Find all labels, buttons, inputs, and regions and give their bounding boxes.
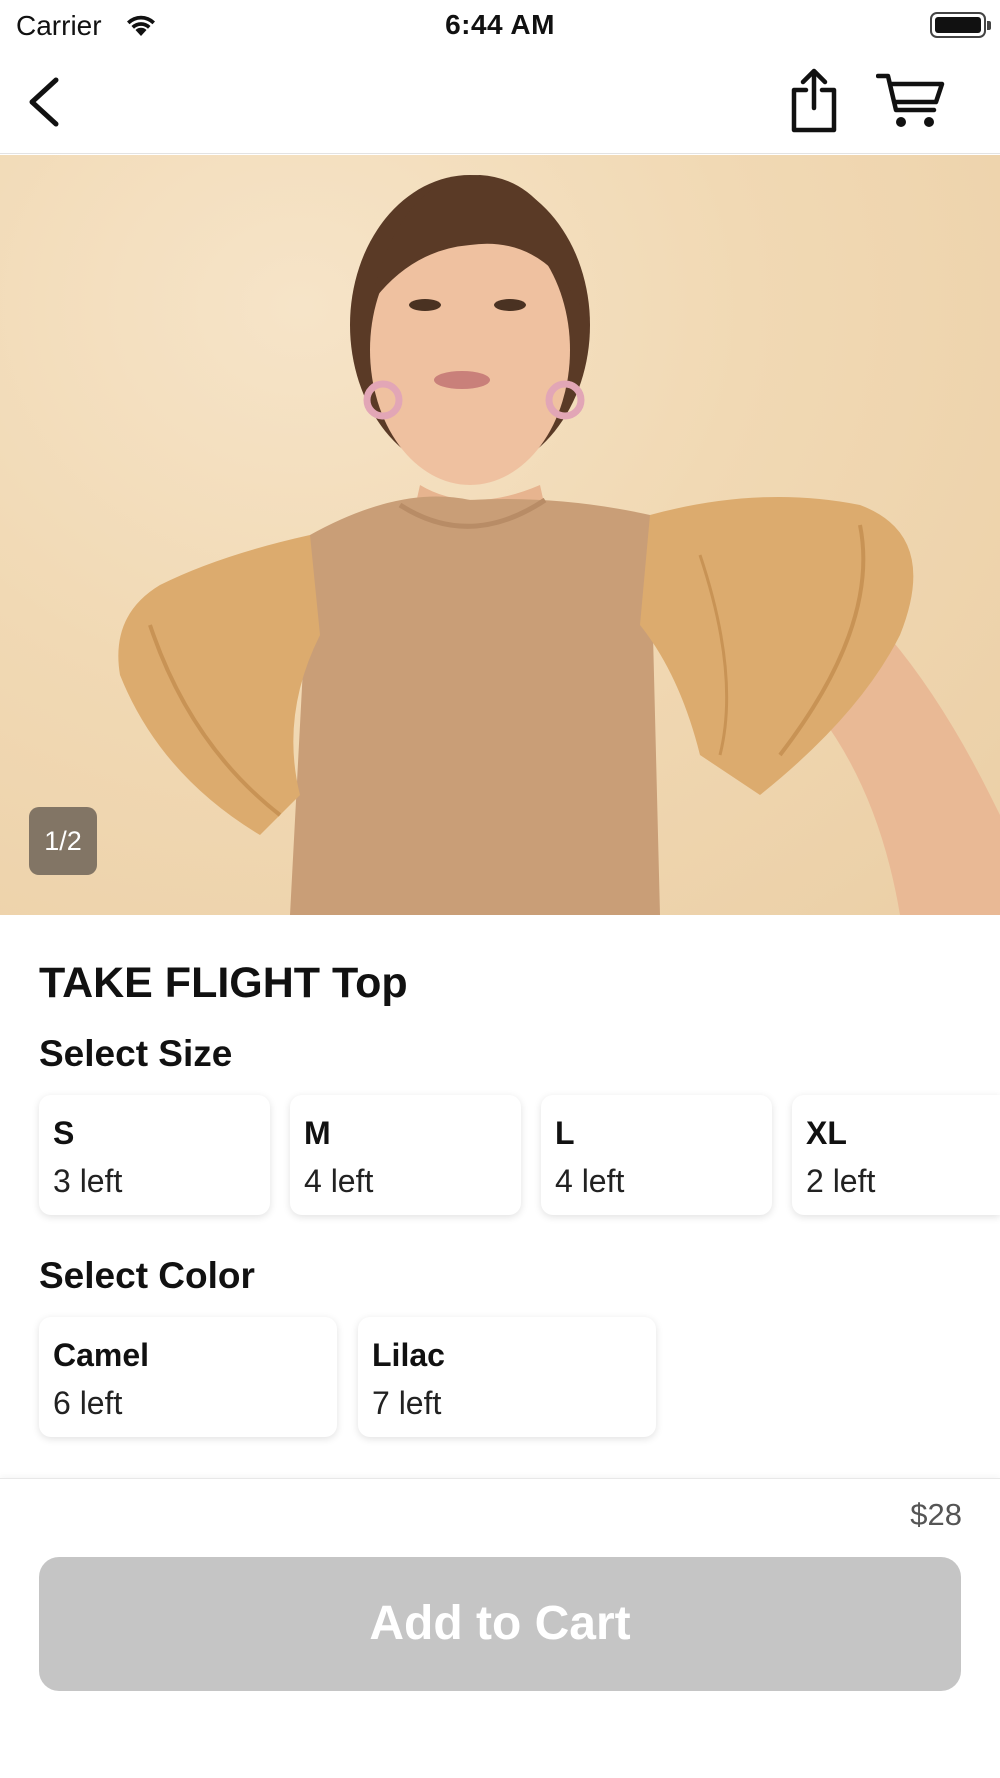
size-option-m[interactable]: M 4 left bbox=[290, 1095, 521, 1215]
size-option-stock: 4 left bbox=[555, 1163, 625, 1199]
size-option-stock: 3 left bbox=[53, 1163, 123, 1199]
gallery-page-indicator: 1/2 bbox=[29, 807, 97, 875]
navigation-bar bbox=[0, 50, 1000, 154]
size-option-stock: 4 left bbox=[304, 1163, 374, 1199]
share-icon bbox=[791, 68, 837, 133]
color-option-lilac[interactable]: Lilac 7 left bbox=[358, 1317, 656, 1437]
product-details-sheet: TAKE FLIGHT Top Select Size S 3 left M 4… bbox=[0, 915, 1000, 1478]
color-option-name: Camel bbox=[53, 1337, 150, 1373]
add-to-cart-button[interactable]: Add to Cart bbox=[39, 1557, 961, 1691]
size-option-s[interactable]: S 3 left bbox=[39, 1095, 270, 1215]
color-section-label: Select Color bbox=[39, 1255, 255, 1296]
purchase-bar: $28 Add to Cart bbox=[0, 1478, 1000, 1778]
share-button[interactable] bbox=[786, 66, 842, 134]
size-option-name: M bbox=[304, 1115, 331, 1151]
clock: 6:44 AM bbox=[445, 9, 555, 40]
product-title: TAKE FLIGHT Top bbox=[39, 959, 408, 1007]
color-option-camel[interactable]: Camel 6 left bbox=[39, 1317, 337, 1437]
size-option-xl[interactable]: XL 2 left bbox=[792, 1095, 1000, 1215]
size-option-name: S bbox=[53, 1115, 75, 1151]
product-price: $28 bbox=[910, 1497, 962, 1532]
size-option-name: L bbox=[555, 1115, 575, 1151]
color-option-stock: 7 left bbox=[372, 1385, 442, 1421]
cart-button[interactable] bbox=[875, 70, 946, 132]
product-image[interactable] bbox=[0, 155, 1000, 915]
size-option-name: XL bbox=[806, 1115, 847, 1151]
color-option-stock: 6 left bbox=[53, 1385, 123, 1421]
cart-icon bbox=[875, 73, 945, 127]
back-button[interactable] bbox=[24, 72, 74, 132]
battery-icon bbox=[930, 12, 991, 38]
size-option-l[interactable]: L 4 left bbox=[541, 1095, 772, 1215]
status-bar: Carrier 6:44 AM bbox=[0, 0, 1000, 50]
chevron-left-icon bbox=[29, 77, 59, 127]
size-option-stock: 2 left bbox=[806, 1163, 876, 1199]
color-option-name: Lilac bbox=[372, 1337, 445, 1373]
size-section-label: Select Size bbox=[39, 1033, 233, 1074]
